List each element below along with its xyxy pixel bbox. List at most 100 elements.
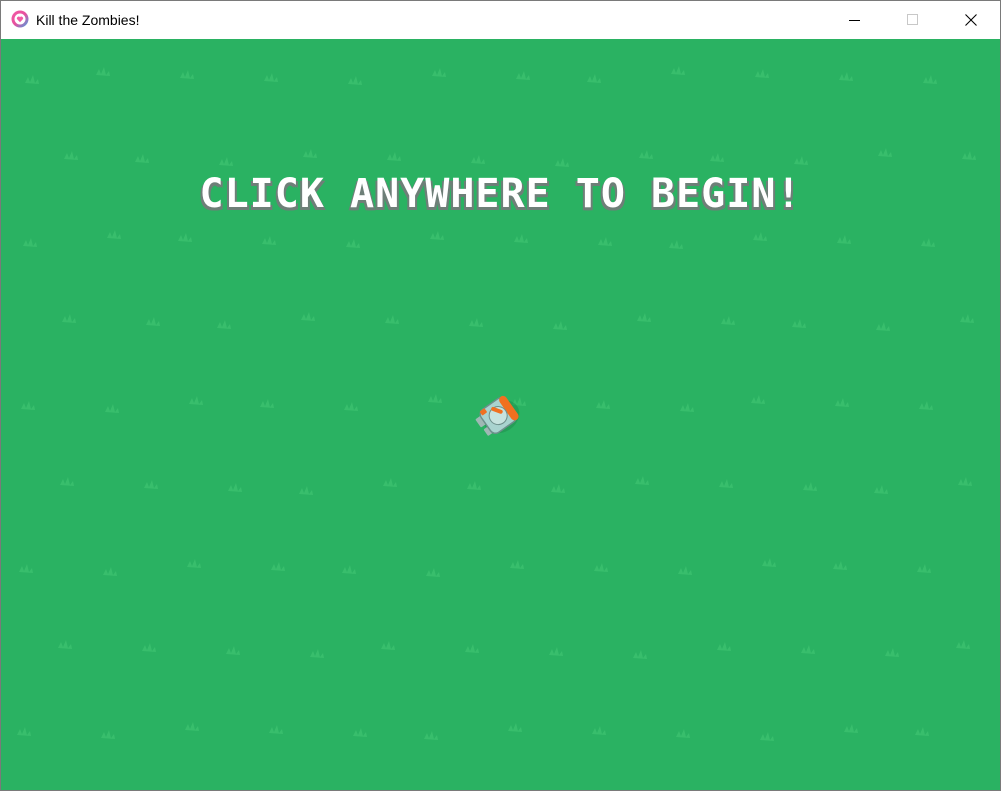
grass-tuft xyxy=(717,642,731,651)
grass-tuft xyxy=(837,235,851,244)
minimize-icon xyxy=(849,20,860,21)
grass-tuft xyxy=(185,722,199,731)
grass-tuft xyxy=(587,74,601,83)
grass-tuft xyxy=(101,730,115,739)
grass-tuft xyxy=(385,315,399,324)
app-window: Kill the Zombies! CLICK ANYWHERE TO BEGI… xyxy=(0,0,1001,791)
grass-tuft xyxy=(424,731,438,740)
grass-tuft xyxy=(303,149,317,158)
grass-tuft xyxy=(25,75,39,84)
grass-tuft xyxy=(844,724,858,733)
grass-tuft xyxy=(762,558,776,567)
grass-tuft xyxy=(555,158,569,167)
heart-circle-icon xyxy=(11,10,29,28)
grass-tuft xyxy=(801,645,815,654)
grass-tuft xyxy=(510,560,524,569)
grass-tuft xyxy=(874,485,888,494)
grass-tuft xyxy=(426,568,440,577)
grass-tuft xyxy=(921,238,935,247)
grass-tuft xyxy=(264,73,278,82)
grass-tuft xyxy=(219,157,233,166)
grass-tuft xyxy=(105,404,119,413)
window-title: Kill the Zombies! xyxy=(36,12,140,28)
grass-tuft xyxy=(387,152,401,161)
grass-tuft xyxy=(217,320,231,329)
grass-tuft xyxy=(260,399,274,408)
grass-tuft xyxy=(596,400,610,409)
maximize-button[interactable] xyxy=(884,1,942,39)
grass-tuft xyxy=(381,641,395,650)
game-canvas[interactable]: CLICK ANYWHERE TO BEGIN! xyxy=(1,39,1000,790)
grass-tuft xyxy=(228,483,242,492)
grass-tuft xyxy=(923,75,937,84)
grass-tuft xyxy=(639,150,653,159)
grass-tuft xyxy=(753,232,767,241)
grass-tuft xyxy=(671,66,685,75)
grass-tuft xyxy=(839,72,853,81)
grass-tuft xyxy=(633,650,647,659)
grass-tuft xyxy=(917,564,931,573)
grass-tuft xyxy=(594,563,608,572)
grass-tuft xyxy=(262,236,276,245)
grass-tuft xyxy=(142,643,156,652)
grass-tuft xyxy=(760,732,774,741)
grass-tuft xyxy=(551,484,565,493)
grass-tuft xyxy=(383,478,397,487)
grass-tuft xyxy=(144,480,158,489)
start-prompt: CLICK ANYWHERE TO BEGIN! xyxy=(199,171,802,217)
close-button[interactable] xyxy=(942,1,1000,39)
grass-tuft xyxy=(103,567,117,576)
grass-tuft xyxy=(678,566,692,575)
grass-tuft xyxy=(958,477,972,486)
grass-tuft xyxy=(514,234,528,243)
grass-tuft xyxy=(751,395,765,404)
player-character-sprite xyxy=(475,395,520,436)
grass-tuft xyxy=(353,728,367,737)
maximize-icon xyxy=(907,14,918,25)
grass-tuft xyxy=(878,148,892,157)
grass-tuft xyxy=(833,561,847,570)
grass-tuft xyxy=(469,318,483,327)
grass-tuft xyxy=(146,317,160,326)
grass-tuft xyxy=(592,726,606,735)
grass-tuft xyxy=(710,153,724,162)
grass-tuft xyxy=(299,486,313,495)
grass-tuft xyxy=(58,640,72,649)
grass-tuft xyxy=(680,403,694,412)
grass-tuft xyxy=(189,396,203,405)
grass-tuft xyxy=(835,398,849,407)
grass-tuft xyxy=(719,479,733,488)
grass-tuft xyxy=(956,640,970,649)
grass-tuft xyxy=(876,322,890,331)
grass-tuft xyxy=(64,151,78,160)
minimize-button[interactable] xyxy=(826,1,884,39)
grass-tuft xyxy=(96,67,110,76)
grass-tuft xyxy=(885,648,899,657)
grass-tuft xyxy=(348,76,362,85)
grass-tuft xyxy=(180,70,194,79)
grass-tuft xyxy=(516,71,530,80)
grass-tuft xyxy=(107,230,121,239)
grass-tuft xyxy=(187,559,201,568)
grass-tuft xyxy=(598,237,612,246)
grass-tuft xyxy=(669,240,683,249)
grass-tuft xyxy=(467,481,481,490)
grass-tuft xyxy=(60,477,74,486)
grass-tuft xyxy=(269,725,283,734)
grass-tuft xyxy=(62,314,76,323)
grass-tuft xyxy=(792,319,806,328)
grass-tuft xyxy=(430,231,444,240)
grass-tuft xyxy=(21,401,35,410)
grass-tuft xyxy=(310,649,324,658)
grass-tuft xyxy=(919,401,933,410)
grass-tuft xyxy=(803,482,817,491)
title-bar[interactable]: Kill the Zombies! xyxy=(1,1,1000,39)
grass-tuft xyxy=(549,647,563,656)
grass-tuft xyxy=(794,156,808,165)
grass-tuft xyxy=(635,476,649,485)
grass-tuft xyxy=(755,69,769,78)
grass-tuft xyxy=(342,565,356,574)
grass-tuft xyxy=(553,321,567,330)
grass-tuft xyxy=(19,564,33,573)
grass-tuft xyxy=(178,233,192,242)
